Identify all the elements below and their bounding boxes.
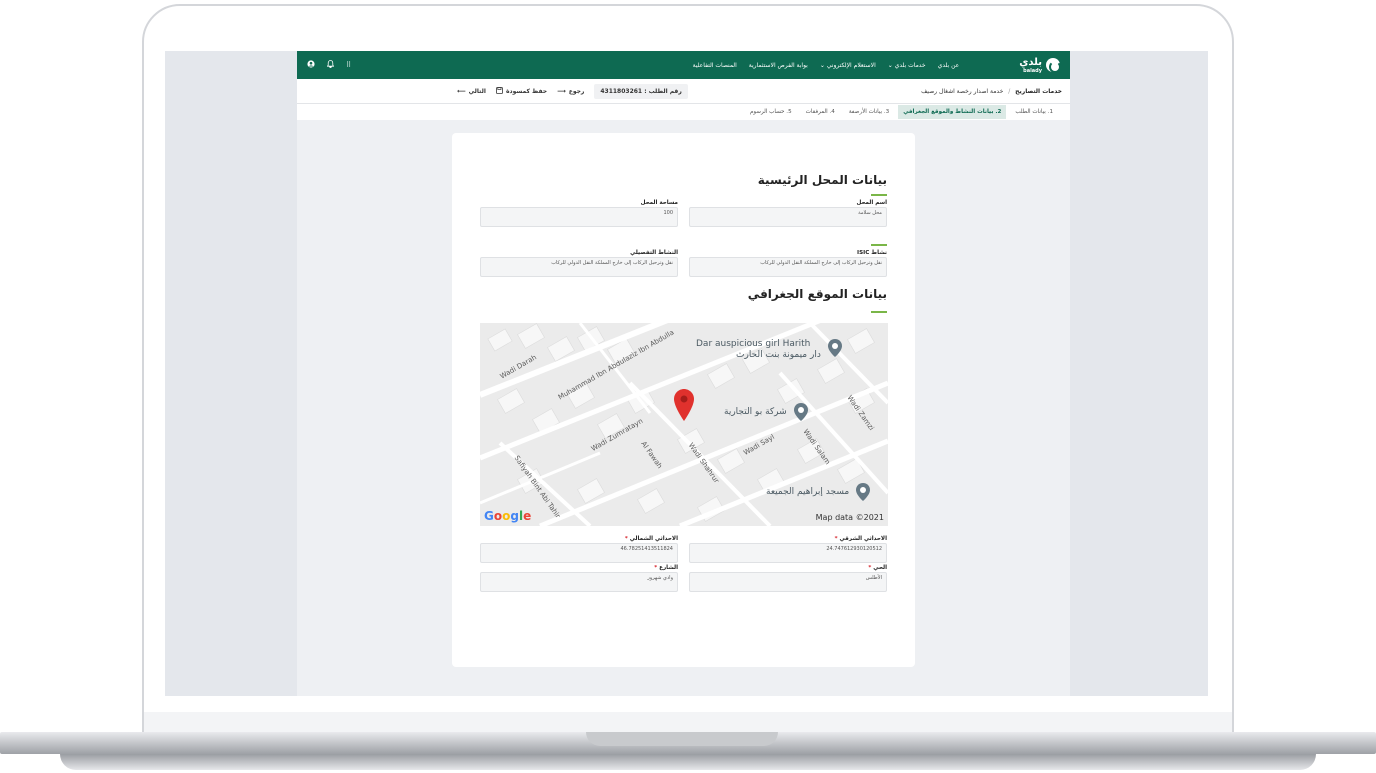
- breadcrumb: خدمات التصاريح / خدمة اصدار رخصة اشغال ر…: [921, 88, 1062, 95]
- area-input[interactable]: 100: [480, 207, 678, 227]
- top-navbar: بلدي balady عن بلدي خدمات بلدي ⌄ الاستعل…: [297, 51, 1070, 79]
- required-mark: *: [834, 536, 838, 542]
- required-mark: *: [654, 565, 658, 571]
- next-label: التالي: [468, 87, 486, 95]
- isic-label: نشاط ISIC: [857, 250, 887, 256]
- detail-activity-input[interactable]: نقل وترحيل الركاب إلى خارج المملكة النقل…: [480, 257, 678, 277]
- save-draft-label: حفظ كمسودة: [505, 87, 548, 95]
- back-label: رجوع: [568, 87, 585, 95]
- save-icon: [496, 86, 503, 96]
- laptop-notch: [586, 732, 778, 746]
- arrow-left-icon: ⟵: [457, 87, 466, 95]
- grid-icon[interactable]: ⠿: [346, 61, 351, 69]
- detail-activity-label: النشاط التفصيلي: [630, 250, 678, 256]
- request-actions: رقم الطلب : 4311803261 رجوع ⟶ حفظ كمسودة…: [457, 83, 688, 99]
- laptop-bezel: [144, 712, 1232, 732]
- breadcrumb-separator: /: [1008, 87, 1011, 95]
- isic-input[interactable]: نقل وترحيل الركاب إلى خارج المملكة النقل…: [689, 257, 887, 277]
- section-accent-line-3: [871, 311, 887, 313]
- required-mark: *: [624, 536, 628, 542]
- arrow-right-icon: ⟶: [557, 87, 566, 95]
- section-accent-line-2: [871, 244, 887, 246]
- shop-name-field: اسم المحل محل سلامة: [689, 200, 887, 227]
- step-attachments[interactable]: 4. المرفقات: [801, 105, 840, 119]
- laptop-mockup: بلدي balady عن بلدي خدمات بلدي ⌄ الاستعل…: [0, 0, 1376, 773]
- poi-dar-label-ar: دار ميمونة بنت الحارث: [736, 350, 821, 360]
- logo-text: بلدي: [1019, 56, 1042, 68]
- nav-item-platforms[interactable]: المنصات التفاعلية: [693, 62, 737, 69]
- map-attribution: Map data ©2021: [815, 513, 884, 522]
- request-info-bar: خدمات التصاريح / خدمة اصدار رخصة اشغال ر…: [297, 79, 1070, 104]
- north-coordinate-label: الاحداثي الشمالي *: [624, 536, 678, 542]
- geo-section-title: بيانات الموقع الجغرافي: [747, 287, 887, 301]
- header-icons: ⠿: [307, 60, 351, 70]
- street-label: الشارع *: [654, 565, 678, 571]
- district-input[interactable]: الأطلس: [689, 572, 887, 592]
- main-nav: عن بلدي خدمات بلدي ⌄ الاستعلام الإلكترون…: [693, 62, 960, 69]
- laptop-base-lower: [60, 754, 1316, 770]
- step-request-data[interactable]: 1. بيانات الطلب: [1010, 105, 1058, 119]
- street-input[interactable]: وادي شهرور: [480, 572, 678, 592]
- user-icon[interactable]: [307, 60, 315, 70]
- section-accent-line: [871, 194, 887, 196]
- street-field: الشارع * وادي شهرور: [480, 565, 678, 592]
- breadcrumb-root[interactable]: خدمات التصاريح: [1015, 88, 1062, 95]
- bell-icon[interactable]: [326, 60, 335, 70]
- poi-company-label: شركة بو التجارية: [724, 407, 787, 417]
- wizard-steps: 1. بيانات الطلب 2. بيانات النشاط والموقع…: [297, 104, 1070, 120]
- north-coordinate-input[interactable]: 46.78251413511824: [480, 543, 678, 563]
- request-number: رقم الطلب : 4311803261: [594, 83, 688, 99]
- next-button[interactable]: التالي ⟵: [457, 88, 486, 95]
- nav-item-inquiry[interactable]: الاستعلام الإلكتروني ⌄: [820, 62, 876, 69]
- logo-subtext: balady: [1023, 67, 1042, 74]
- north-coordinate-field: الاحداثي الشمالي * 46.78251413511824: [480, 536, 678, 563]
- balady-logo[interactable]: بلدي balady: [1019, 56, 1061, 74]
- east-coordinate-field: الاحداثي الشرقي * 24.747612930120512: [689, 536, 887, 563]
- main-section-title: بيانات المحل الرئيسية: [757, 173, 887, 187]
- poi-dar-label-en: Dar auspicious girl Harith: [696, 339, 811, 349]
- poi-mosque-label: مسجد إبراهيم الجميعة: [766, 487, 850, 497]
- app-window: بلدي balady عن بلدي خدمات بلدي ⌄ الاستعل…: [297, 51, 1070, 696]
- required-mark: *: [868, 565, 872, 571]
- back-button[interactable]: رجوع ⟶: [557, 88, 584, 95]
- east-coordinate-label: الاحداثي الشرقي *: [834, 536, 887, 542]
- logo-icon: [1046, 58, 1061, 73]
- nav-item-services[interactable]: خدمات بلدي ⌄: [888, 62, 926, 69]
- screen: بلدي balady عن بلدي خدمات بلدي ⌄ الاستعل…: [165, 51, 1208, 696]
- breadcrumb-current: خدمة اصدار رخصة اشغال رصيف: [921, 87, 1004, 95]
- step-activity-location[interactable]: 2. بيانات النشاط والموقع الجغرافي: [898, 105, 1007, 119]
- step-fees[interactable]: 5. حساب الرسوم: [745, 105, 797, 119]
- detail-activity-field: النشاط التفصيلي نقل وترحيل الركاب إلى خا…: [480, 250, 678, 277]
- isic-field: نشاط ISIC نقل وترحيل الركاب إلى خارج الم…: [689, 250, 887, 277]
- area-field: مساحة المحل 100: [480, 200, 678, 227]
- shop-name-label: اسم المحل: [856, 200, 887, 206]
- form-card: بيانات المحل الرئيسية اسم المحل محل سلام…: [452, 133, 915, 667]
- area-label: مساحة المحل: [640, 200, 678, 206]
- location-map[interactable]: Wadi Darah Muhammad Ibn Abdulaziz Ibn Ab…: [480, 323, 888, 526]
- district-field: الحي * الأطلس: [689, 565, 887, 592]
- nav-item-investment[interactable]: بوابة الفرص الاستثمارية: [749, 62, 808, 69]
- step-sidewalks[interactable]: 3. بيانات الأرصفة: [844, 105, 894, 119]
- district-label: الحي *: [868, 565, 887, 571]
- save-draft-button[interactable]: حفظ كمسودة: [496, 86, 548, 96]
- east-coordinate-input[interactable]: 24.747612930120512: [689, 543, 887, 563]
- nav-item-about[interactable]: عن بلدي: [938, 62, 960, 69]
- google-logo: Google: [484, 509, 532, 523]
- shop-name-input[interactable]: محل سلامة: [689, 207, 887, 227]
